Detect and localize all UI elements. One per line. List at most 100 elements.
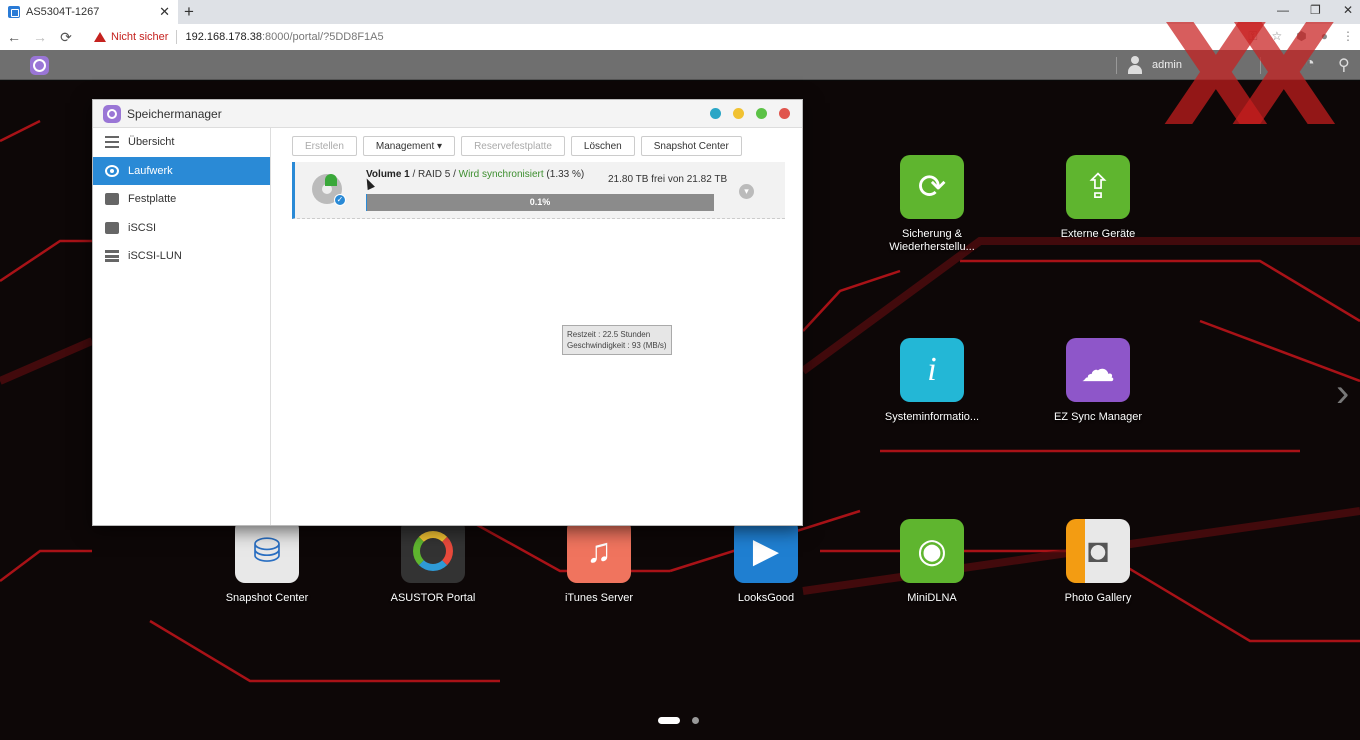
storage-manager-window: Speichermanager Übersicht Laufwerk Festp… [92, 99, 803, 526]
camera-icon: ◘ [1066, 519, 1130, 583]
app-label: ASUSTOR Portal [390, 592, 476, 604]
user-icon[interactable] [1126, 56, 1144, 74]
management-dropdown-button[interactable]: Management ▾ [362, 136, 456, 156]
security-indicator[interactable]: Nicht sicher [111, 31, 168, 43]
volume-name: Volume 1 [366, 169, 410, 180]
list-icon [105, 136, 119, 149]
profile-icon[interactable]: ● [1321, 29, 1328, 44]
sidebar-item-label: Laufwerk [128, 164, 173, 177]
new-tab-button[interactable]: + [184, 2, 194, 22]
page-dot-active[interactable] [658, 717, 680, 724]
database-icon [105, 250, 119, 263]
sidebar-item-disk[interactable]: Festplatte [93, 185, 270, 214]
address-bar[interactable]: 192.168.178.38:8000/portal/?5DD8F1A5 [185, 31, 383, 43]
url-host: 192.168.178.38 [185, 31, 262, 43]
tooltip-remaining-time: Restzeit : 22.5 Stunden [567, 330, 651, 339]
snapshot-center-button[interactable]: Snapshot Center [640, 136, 742, 156]
app-ez-sync[interactable]: ☁ EZ Sync Manager [1038, 338, 1158, 424]
maximize-button[interactable]: ❐ [1310, 3, 1321, 17]
app-system-info[interactable]: i Systeminformatio... [872, 338, 992, 424]
delete-button[interactable]: Löschen [570, 136, 635, 156]
activity-monitor-icon[interactable]: ◔ [1305, 55, 1315, 73]
app-external-devices[interactable]: ⇪ Externe Geräte [1038, 155, 1158, 241]
minimize-button[interactable]: — [1277, 3, 1289, 17]
snapshot-icon: ⛁ [235, 519, 299, 583]
search-icon[interactable]: ⚲ [1338, 55, 1350, 75]
app-label: EZ Sync Manager [1053, 411, 1143, 423]
sidebar: Übersicht Laufwerk Festplatte iSCSI iSCS… [93, 128, 271, 525]
url-path: :8000/portal/?5DD8F1A5 [261, 31, 384, 43]
tab-close-icon[interactable]: ✕ [159, 4, 170, 20]
volume-status-percent: (1.33 %) [543, 169, 585, 180]
app-photo-gallery[interactable]: ◘ Photo Gallery [1038, 519, 1158, 605]
window-minimize-button[interactable] [733, 108, 744, 119]
window-maximize-button[interactable] [756, 108, 767, 119]
action-toolbar: Erstellen Management ▾ Reservefestplatte… [292, 136, 742, 156]
sidebar-item-iscsi-lun[interactable]: iSCSI-LUN [93, 242, 270, 271]
server-icon [105, 221, 119, 234]
sidebar-item-iscsi[interactable]: iSCSI [93, 214, 270, 243]
volume-row[interactable]: ✓ Volume 1 / RAID 5 / Wird synchronisier… [292, 162, 785, 219]
browser-tab[interactable]: AS5304T-1267 ✕ [0, 0, 178, 24]
app-label: Systeminformatio... [884, 411, 980, 423]
sync-tooltip: Restzeit : 22.5 Stunden Geschwindigkeit … [562, 325, 672, 355]
page-dot[interactable] [692, 717, 699, 724]
volume-raid: / RAID 5 / [409, 169, 459, 180]
window-titlebar[interactable]: Speichermanager [93, 100, 802, 128]
check-icon: ✓ [334, 194, 346, 206]
sidebar-item-label: Festplatte [128, 193, 177, 206]
sidebar-item-label: Übersicht [128, 136, 175, 149]
forward-arrow-icon[interactable]: → [28, 29, 52, 45]
tooltip-speed: Geschwindigkeit : 93 (MB/s) [567, 341, 667, 350]
expand-chevron-icon[interactable]: ▾ [739, 184, 754, 199]
usb-icon: ⇪ [1066, 155, 1130, 219]
app-snapshot-center[interactable]: ⛁ Snapshot Center [207, 519, 327, 605]
app-minidlna[interactable]: ◉ MiniDLNA [872, 519, 992, 605]
app-itunes-server[interactable]: ♫ iTunes Server [539, 519, 659, 605]
sidebar-item-label: iSCSI [128, 221, 157, 234]
window-help-button[interactable] [710, 108, 721, 119]
spare-disk-button[interactable]: Reservefestplatte [461, 136, 565, 156]
storage-manager-logo-icon [103, 105, 121, 123]
create-button[interactable]: Erstellen [292, 136, 357, 156]
key-icon[interactable]: ⚿ [1248, 29, 1257, 44]
adm-taskbar: admin ◔ ⚲ [0, 50, 1360, 80]
window-title: Speichermanager [127, 107, 222, 121]
close-window-button[interactable]: ✕ [1343, 3, 1353, 17]
dlna-icon: ◉ [900, 519, 964, 583]
cloud-sync-icon: ☁ [1066, 338, 1130, 402]
menu-icon[interactable]: ⋮ [1342, 29, 1354, 44]
reload-icon[interactable]: ⟳ [54, 29, 78, 46]
drive-icon [105, 164, 119, 177]
volume-free-space: 21.80 TB frei von 21.82 TB [608, 174, 728, 185]
app-looksgood[interactable]: ▶ LooksGood [706, 519, 826, 605]
page-indicator [658, 717, 699, 724]
warning-icon[interactable] [94, 32, 106, 42]
usage-pie-icon [325, 174, 337, 186]
app-backup[interactable]: ⟳ Sicherung & Wiederherstellu... [872, 155, 992, 254]
window-close-button[interactable] [779, 108, 790, 119]
sidebar-item-volume[interactable]: Laufwerk [93, 156, 270, 185]
app-label: LooksGood [737, 592, 795, 604]
app-label: Snapshot Center [225, 592, 309, 604]
star-icon[interactable]: ☆ [1272, 29, 1283, 44]
taskbar-divider [1116, 57, 1117, 74]
volume-title: Volume 1 / RAID 5 / Wird synchronisiert … [366, 169, 584, 180]
adm-home-icon[interactable] [30, 56, 49, 75]
app-label: Photo Gallery [1064, 592, 1132, 604]
hdd-icon [105, 193, 119, 206]
backup-icon: ⟳ [900, 155, 964, 219]
volume-status: Wird synchronisiert [458, 169, 544, 180]
next-page-arrow-icon[interactable]: › [1336, 371, 1349, 416]
app-label: Sicherung & Wiederherstellu... [889, 228, 975, 253]
app-label: MiniDLNA [907, 592, 957, 604]
progress-label: 0.1% [529, 197, 551, 207]
app-asustor-portal[interactable]: ASUSTOR Portal [373, 519, 493, 605]
user-name[interactable]: admin [1152, 59, 1182, 71]
address-separator [176, 30, 178, 44]
app-label: iTunes Server [564, 592, 634, 604]
taskbar-divider [1260, 57, 1261, 74]
extension-icon[interactable]: ⬢ [1296, 29, 1306, 44]
back-arrow-icon[interactable]: ← [2, 29, 26, 45]
sidebar-item-overview[interactable]: Übersicht [93, 128, 270, 157]
